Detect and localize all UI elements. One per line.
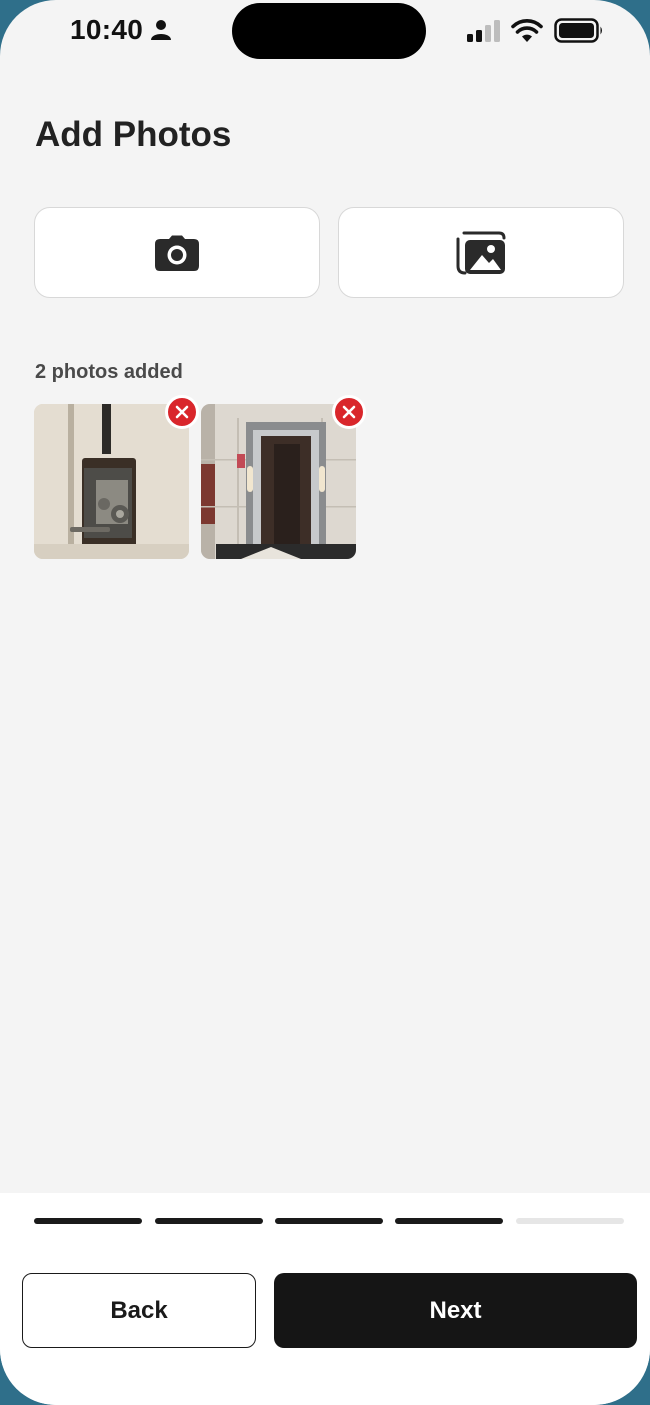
progress-step-3 <box>275 1218 383 1224</box>
app-screen: 10:40 Add Photos 2 photos added Back Nex… <box>0 0 650 1405</box>
gallery-icon <box>456 231 506 274</box>
next-button[interactable]: Next <box>274 1273 637 1348</box>
wifi-icon <box>511 19 543 42</box>
dynamic-island <box>232 3 426 59</box>
page-title: Add Photos <box>35 115 232 154</box>
progress-step-1 <box>34 1218 142 1224</box>
signal-icon <box>467 20 500 42</box>
battery-icon <box>554 18 602 43</box>
elevator-photo <box>201 404 356 559</box>
person-icon <box>151 20 171 40</box>
status-time: 10:40 <box>70 14 144 45</box>
photo-count-label: 2 photos added <box>35 361 183 383</box>
progress-step-5 <box>516 1218 624 1224</box>
close-icon <box>175 405 189 419</box>
door-lock-photo <box>34 404 189 559</box>
close-icon <box>342 405 356 419</box>
remove-photo-button[interactable] <box>332 395 366 429</box>
status-bar: 10:40 <box>0 0 650 62</box>
back-button[interactable]: Back <box>22 1273 256 1348</box>
remove-photo-button[interactable] <box>165 395 199 429</box>
camera-icon <box>155 235 199 271</box>
photo-thumbnail[interactable] <box>34 404 189 559</box>
photo-thumbnail[interactable] <box>201 404 356 559</box>
progress-step-2 <box>155 1218 263 1224</box>
choose-from-library-button[interactable] <box>338 207 624 298</box>
take-photo-button[interactable] <box>34 207 320 298</box>
progress-step-4 <box>395 1218 503 1224</box>
